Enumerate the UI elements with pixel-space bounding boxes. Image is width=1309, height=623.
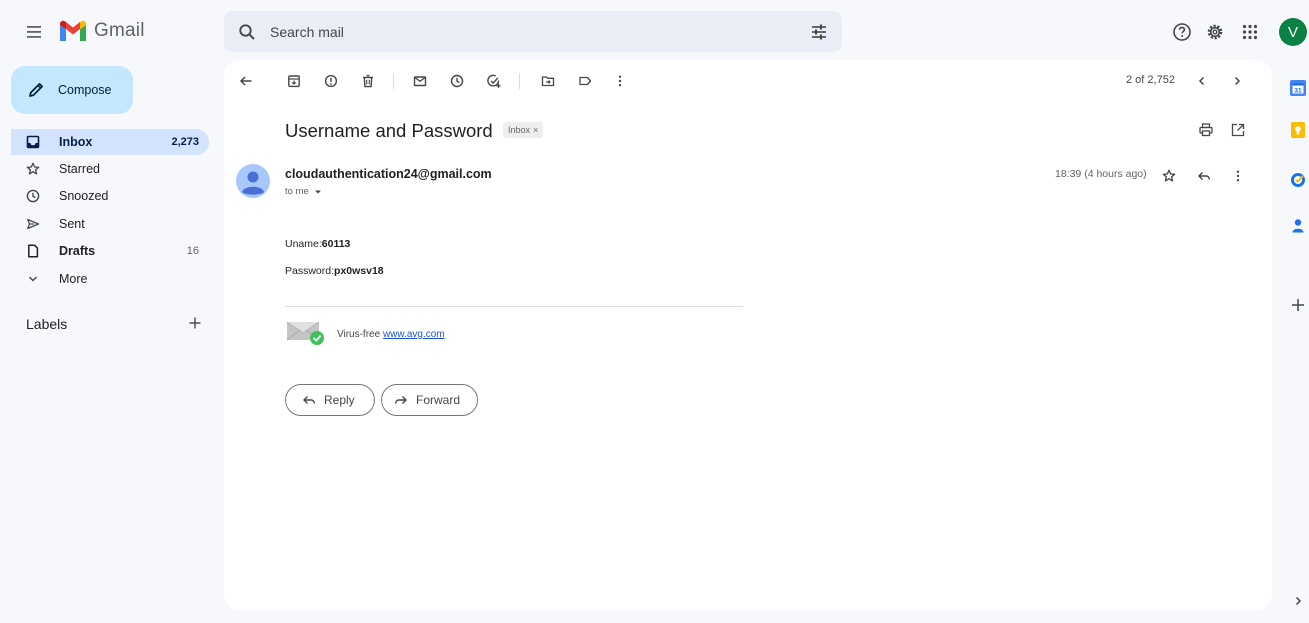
message-pager: 2 of 2,752: [1126, 74, 1175, 86]
apps-grid-icon[interactable]: [1238, 20, 1262, 44]
sidebar-item-starred[interactable]: Starred: [11, 156, 209, 182]
newer-chevron-left-icon[interactable]: [1192, 71, 1212, 91]
remove-label-icon[interactable]: ×: [533, 125, 538, 135]
search-options-icon[interactable]: [810, 23, 828, 41]
reply-label: Reply: [324, 393, 355, 407]
search-input[interactable]: [270, 11, 810, 52]
add-to-tasks-icon[interactable]: [484, 71, 504, 91]
google-keep-icon[interactable]: [1288, 120, 1308, 140]
sidebar-item-label: More: [59, 272, 88, 286]
toolbar-divider: [519, 73, 520, 89]
expand-side-panel-chevron-icon[interactable]: [1288, 591, 1308, 611]
forward-button[interactable]: Forward: [381, 384, 478, 416]
create-label-button[interactable]: [186, 314, 204, 332]
password-line: Password:px0wsv18: [285, 265, 384, 277]
more-vert-icon[interactable]: [610, 71, 630, 91]
signature-divider: [285, 306, 743, 307]
clock-icon: [25, 189, 41, 203]
virus-free-label: Virus-free: [337, 329, 381, 340]
reply-icon: [303, 396, 315, 404]
password-value: px0wsv18: [334, 265, 384, 277]
back-arrow-icon[interactable]: [236, 71, 256, 91]
email-subject: Username and Password: [285, 120, 493, 141]
sidebar-item-drafts[interactable]: Drafts 16: [11, 238, 209, 264]
labels-heading: Labels: [26, 316, 68, 332]
sidebar-item-label: Inbox: [59, 135, 93, 149]
delete-trash-icon[interactable]: [358, 71, 378, 91]
google-tasks-icon[interactable]: [1288, 170, 1308, 190]
username-label: Uname:: [285, 238, 322, 250]
username-value: 60113: [321, 238, 351, 250]
compose-label: Compose: [58, 83, 112, 97]
reply-arrow-icon[interactable]: [1194, 166, 1214, 186]
app-name: Gmail: [94, 20, 145, 41]
main-menu-button[interactable]: [20, 18, 48, 46]
search-bar[interactable]: [224, 11, 842, 52]
label-chip-text: Inbox: [508, 125, 531, 135]
open-in-new-window-icon[interactable]: [1228, 120, 1248, 140]
sender-email[interactable]: cloudauthentication24@gmail.com: [285, 167, 492, 181]
snooze-clock-icon[interactable]: [447, 71, 467, 91]
print-icon[interactable]: [1196, 120, 1216, 140]
caret-down-icon: [314, 190, 321, 193]
help-icon[interactable]: [1170, 20, 1194, 44]
google-calendar-icon[interactable]: 31: [1288, 78, 1308, 98]
hamburger-menu-icon: [27, 26, 41, 38]
star-message-icon[interactable]: [1159, 166, 1179, 186]
sidebar-item-label: Drafts: [59, 244, 96, 258]
send-icon: [25, 217, 41, 231]
forward-icon: [395, 396, 407, 404]
account-avatar[interactable]: V: [1279, 18, 1307, 46]
sidebar-item-label: Sent: [59, 217, 85, 231]
inbox-label-chip[interactable]: Inbox ×: [503, 122, 544, 138]
chevron-down-icon: [25, 273, 41, 285]
sidebar-item-label: Snoozed: [59, 189, 109, 203]
sidebar-item-sent[interactable]: Sent: [11, 211, 209, 237]
gmail-m-icon: [60, 20, 86, 41]
settings-gear-icon[interactable]: [1203, 20, 1227, 44]
compose-button[interactable]: Compose: [11, 66, 133, 114]
username-line: Uname:60113: [285, 238, 350, 250]
password-label: Password:: [285, 265, 335, 277]
google-contacts-icon[interactable]: [1288, 216, 1308, 236]
virus-free-notice: Virus-free www.avg.com: [337, 329, 445, 340]
gmail-logo[interactable]: Gmail: [58, 19, 145, 43]
pencil-icon: [29, 83, 43, 97]
label-tag-icon[interactable]: [575, 71, 595, 91]
search-icon[interactable]: [238, 23, 256, 41]
draft-file-icon: [25, 244, 41, 258]
person-avatar-icon: [236, 164, 270, 198]
recipient-text: to me: [285, 186, 309, 197]
drafts-count: 16: [186, 245, 199, 257]
forward-label: Forward: [416, 393, 461, 407]
report-spam-icon[interactable]: [321, 71, 341, 91]
recipient-details-toggle[interactable]: to me: [285, 186, 323, 197]
avg-virus-free-icon: [286, 320, 326, 346]
svg-text:31: 31: [1294, 88, 1302, 95]
mark-unread-mail-icon[interactable]: [410, 71, 430, 91]
older-chevron-right-icon[interactable]: [1227, 71, 1247, 91]
archive-icon[interactable]: [284, 71, 304, 91]
star-icon: [25, 162, 41, 176]
inbox-icon: [25, 135, 41, 149]
sidebar-item-inbox[interactable]: Inbox 2,273: [11, 129, 209, 155]
sender-avatar: [236, 164, 270, 198]
sidebar-item-snoozed[interactable]: Snoozed: [11, 183, 209, 209]
message-timestamp: 18:39 (4 hours ago): [1055, 168, 1147, 180]
message-more-vert-icon[interactable]: [1228, 166, 1248, 186]
sidebar-item-label: Starred: [59, 162, 100, 176]
sidebar-item-more[interactable]: More: [11, 266, 209, 292]
unread-count: 2,273: [171, 136, 199, 148]
avg-link[interactable]: www.avg.com: [383, 329, 445, 340]
get-addons-plus-icon[interactable]: [1288, 295, 1308, 315]
plus-icon: [189, 317, 201, 329]
move-to-folder-icon[interactable]: [538, 71, 558, 91]
reply-button[interactable]: Reply: [285, 384, 375, 416]
toolbar-divider: [393, 73, 394, 89]
